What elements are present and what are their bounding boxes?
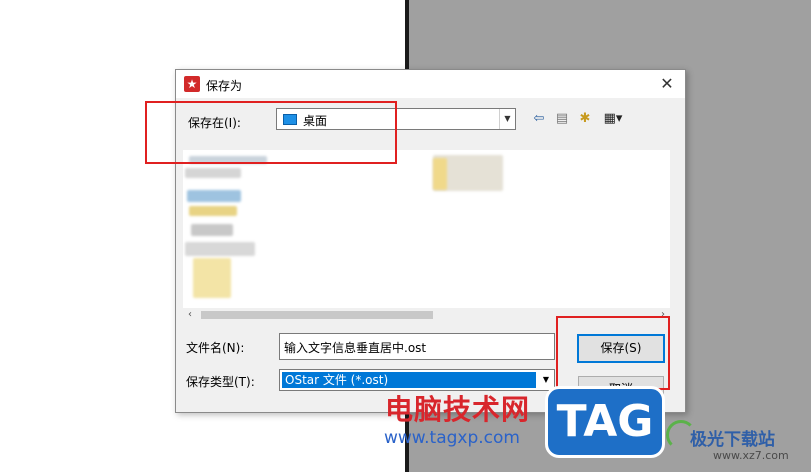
app-star-icon: ★	[184, 76, 200, 92]
list-item[interactable]	[189, 206, 237, 216]
tag-logo: TAG	[545, 386, 665, 458]
filename-input[interactable]: 输入文字信息垂直居中.ost	[279, 333, 555, 360]
file-list[interactable]	[183, 150, 670, 318]
list-item[interactable]	[185, 242, 255, 256]
scroll-left-icon[interactable]: ‹	[183, 308, 197, 322]
view-menu-icon[interactable]: ▦▾	[599, 110, 627, 128]
highlight-save-button	[556, 316, 670, 390]
filename-label: 文件名(N):	[186, 341, 245, 355]
watermark-xz-url: www.xz7.com	[713, 449, 789, 462]
close-icon[interactable]: ✕	[657, 74, 677, 94]
up-folder-icon[interactable]: ▤	[553, 110, 571, 128]
list-item[interactable]	[193, 258, 231, 298]
watermark-site-name: 电脑技术网	[385, 393, 531, 426]
watermark-xz-name: 极光下载站	[690, 430, 775, 450]
back-icon[interactable]: ⇦	[530, 110, 548, 128]
scrollbar-thumb[interactable]	[201, 311, 433, 319]
filetype-value: OStar 文件 (*.ost)	[282, 372, 536, 388]
folder-icon	[433, 158, 447, 190]
highlight-save-location	[145, 101, 397, 164]
watermark-site-url: www.tagxp.com	[384, 428, 520, 448]
list-item[interactable]	[185, 168, 241, 178]
list-item[interactable]	[187, 190, 241, 202]
new-folder-icon[interactable]: ✱	[576, 110, 594, 128]
filetype-label: 保存类型(T):	[186, 375, 255, 389]
dialog-title: 保存为	[206, 79, 243, 93]
chevron-down-icon[interactable]: ▼	[499, 109, 515, 129]
dialog-titlebar: ★ 保存为 ✕	[176, 70, 685, 98]
list-item[interactable]	[191, 224, 233, 236]
